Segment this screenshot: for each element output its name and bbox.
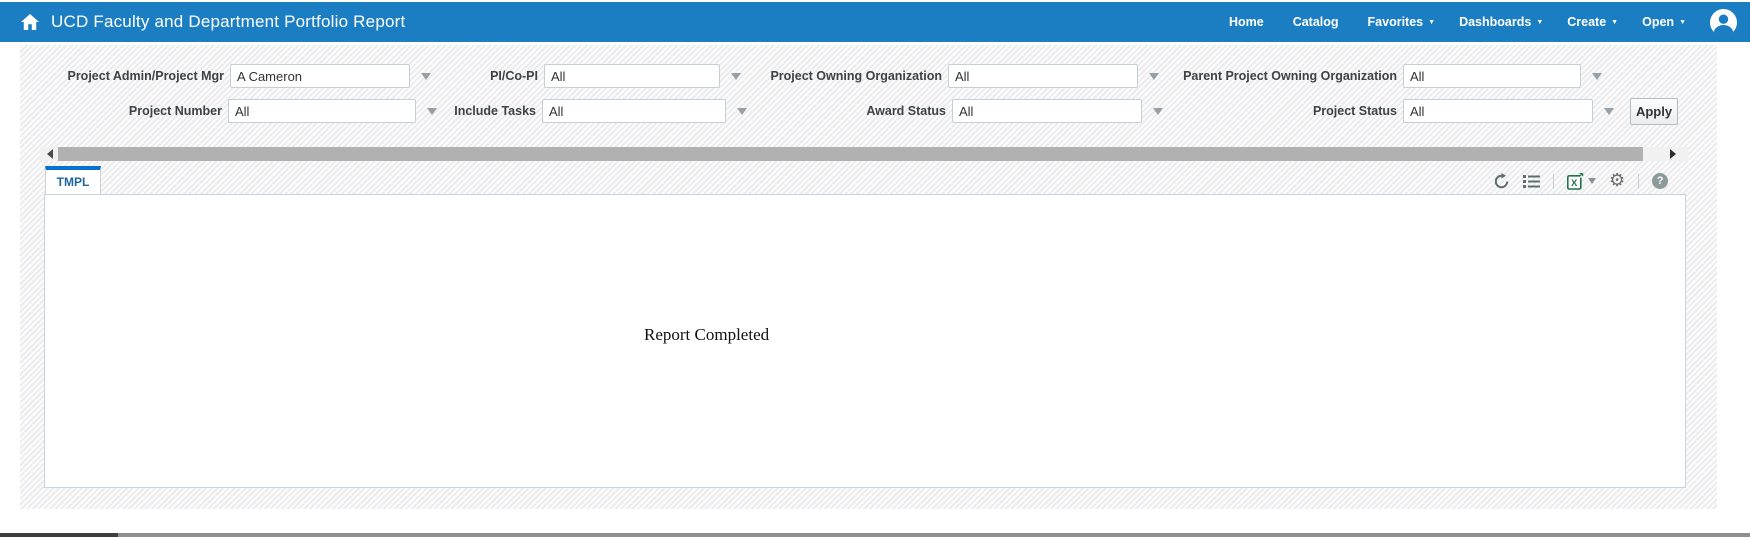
export-caret-icon[interactable] [1588,178,1596,184]
filter-label: Include Tasks [400,104,536,118]
header-nav: Home Catalog Favorites ▼ Dashboards ▼ Cr… [1229,2,1737,42]
nav-dashboards[interactable]: Dashboards ▼ [1459,15,1543,29]
tab-tmpl[interactable]: TMPL [45,166,101,194]
page-title: UCD Faculty and Department Portfolio Rep… [51,12,405,32]
report-status-text: Report Completed [644,325,769,345]
horizontal-scrollbar[interactable] [40,147,1688,161]
export-excel-icon[interactable]: X [1567,173,1584,190]
filter-label: Project Number [40,104,222,118]
filter-pi-copi: PI/Co-PI [400,64,741,88]
dropdown-caret-icon[interactable] [1149,73,1159,80]
chevron-down-icon: ▼ [1536,19,1543,26]
project-admin-input[interactable] [230,64,410,88]
report-panel: Report Completed [44,194,1686,488]
app-header: UCD Faculty and Department Portfolio Rep… [0,2,1750,42]
home-icon[interactable] [21,14,39,30]
filter-project-admin: Project Admin/Project Mgr [40,64,431,88]
apply-button[interactable]: Apply [1630,98,1678,125]
gear-icon[interactable]: ⚙ [1609,172,1625,190]
dropdown-caret-icon[interactable] [731,73,741,80]
report-toolbar: X ⚙ ? [1493,170,1668,192]
filter-project-status: Project Status [1162,99,1614,123]
filter-label: Project Owning Organization [742,69,942,83]
toolbar-separator [1638,174,1639,189]
filter-project-owning-org: Project Owning Organization [742,64,1159,88]
nav-open[interactable]: Open ▼ [1642,15,1686,29]
user-avatar-icon[interactable] [1710,9,1737,36]
page-hscrollbar[interactable] [0,533,1750,537]
project-owning-org-input[interactable] [948,64,1138,88]
svg-text:X: X [1571,178,1578,189]
include-tasks-input[interactable] [542,99,726,123]
toolbar-separator [1553,174,1554,189]
help-icon[interactable]: ? [1652,173,1668,189]
filter-label: Award Status [742,104,946,118]
project-status-input[interactable] [1403,99,1593,123]
filter-project-number: Project Number [40,99,437,123]
view-selector-icon[interactable] [1523,174,1540,188]
page-hscrollbar-thumb[interactable] [0,533,118,537]
chevron-down-icon: ▼ [1611,19,1618,26]
chevron-down-icon: ▼ [1679,19,1686,26]
filter-label: PI/Co-PI [400,69,538,83]
filter-label: Parent Project Owning Organization [1162,69,1397,83]
filter-label: Project Admin/Project Mgr [40,69,224,83]
nav-home[interactable]: Home [1229,15,1269,29]
project-number-input[interactable] [228,99,416,123]
filter-label: Project Status [1162,104,1397,118]
dropdown-caret-icon[interactable] [1604,108,1614,115]
nav-favorites[interactable]: Favorites ▼ [1368,15,1436,29]
nav-catalog[interactable]: Catalog [1293,15,1344,29]
dropdown-caret-icon[interactable] [1592,73,1602,80]
filter-parent-project-owning-org: Parent Project Owning Organization [1162,64,1602,88]
award-status-input[interactable] [952,99,1142,123]
chevron-down-icon: ▼ [1428,19,1435,26]
filter-award-status: Award Status [742,99,1163,123]
parent-project-owning-org-input[interactable] [1403,64,1581,88]
scroll-left-arrow-icon[interactable] [43,147,57,161]
pi-copi-input[interactable] [544,64,720,88]
nav-create[interactable]: Create ▼ [1567,15,1618,29]
export-excel-control[interactable]: X [1567,173,1596,190]
filter-include-tasks: Include Tasks [400,99,747,123]
scrollbar-thumb[interactable] [58,147,1643,161]
scroll-right-arrow-icon[interactable] [1666,147,1680,161]
refresh-icon[interactable] [1493,173,1510,190]
